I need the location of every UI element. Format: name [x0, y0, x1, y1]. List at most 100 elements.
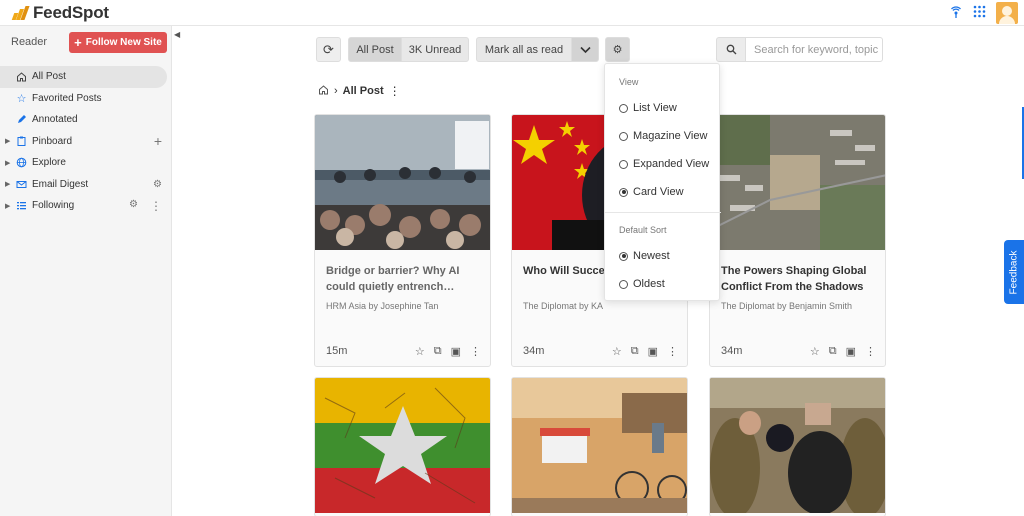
- star-icon[interactable]: ☆: [810, 345, 820, 358]
- follow-new-site-button[interactable]: + Follow New Site: [69, 32, 167, 53]
- broadcast-icon[interactable]: [949, 5, 963, 22]
- sort-heading: Default Sort: [619, 225, 667, 235]
- radio-icon: [619, 159, 628, 169]
- more-vertical-icon[interactable]: ⋮: [865, 345, 876, 358]
- breadcrumb: › All Post ⋮: [318, 84, 401, 98]
- top-bar: FeedSpot: [0, 0, 1024, 26]
- home-icon[interactable]: [318, 84, 329, 98]
- gear-icon[interactable]: ⚙: [129, 199, 138, 213]
- search-button[interactable]: [716, 37, 746, 62]
- post-card[interactable]: [314, 377, 491, 516]
- sidebar: Reader + Follow New Site ◀ All Post ☆ Fa…: [0, 26, 180, 516]
- post-card[interactable]: Bridge or barrier? Why AI could quietly …: [314, 114, 491, 367]
- post-time: 15m: [326, 345, 348, 357]
- sort-option-oldest[interactable]: Oldest: [619, 278, 665, 290]
- copy-icon[interactable]: ⧉: [631, 345, 639, 358]
- post-image: [315, 378, 490, 513]
- feedspot-logo[interactable]: FeedSpot: [11, 3, 109, 23]
- sidebar-item-all-post[interactable]: All Post: [0, 66, 167, 88]
- refresh-icon: ⟳: [323, 41, 334, 57]
- breadcrumb-current: All Post: [342, 85, 384, 97]
- sidebar-item-label: Explore: [32, 157, 66, 169]
- home-icon: [16, 71, 27, 82]
- user-avatar[interactable]: [996, 2, 1018, 24]
- collapse-sidebar-icon[interactable]: ◀: [174, 30, 180, 39]
- sidebar-item-favorited-posts[interactable]: ☆ Favorited Posts: [0, 88, 172, 110]
- sidebar-item-pinboard[interactable]: ▶ Pinboard +: [0, 131, 172, 153]
- radio-icon: [619, 131, 628, 141]
- post-image: [315, 115, 490, 250]
- radio-icon: [619, 279, 628, 289]
- gear-icon: ⚙: [612, 44, 623, 56]
- more-vertical-icon[interactable]: ⋮: [470, 345, 481, 358]
- sidebar-item-explore[interactable]: ▶ Explore: [0, 152, 172, 174]
- bookmark-icon[interactable]: ▣: [648, 345, 658, 358]
- caret-right-icon[interactable]: ▶: [5, 180, 10, 188]
- sidebar-item-label: All Post: [32, 71, 66, 83]
- search-input[interactable]: Search for keyword, topic: [745, 37, 883, 62]
- chevron-down-icon: [579, 46, 591, 53]
- copy-icon[interactable]: ⧉: [829, 345, 837, 358]
- caret-right-icon[interactable]: ▶: [5, 202, 10, 210]
- refresh-button[interactable]: ⟳: [316, 37, 341, 62]
- post-source[interactable]: The Diplomat by KA: [523, 301, 603, 311]
- post-actions: ☆ ⧉ ▣ ⋮: [415, 345, 481, 358]
- divider: [605, 212, 721, 213]
- bookmark-icon[interactable]: ▣: [846, 345, 856, 358]
- view-settings-button[interactable]: ⚙: [605, 37, 630, 62]
- post-title[interactable]: The Powers Shaping Global Conflict From …: [721, 263, 879, 295]
- sidebar-item-label: Email Digest: [32, 178, 89, 190]
- sidebar-item-label: Annotated: [32, 114, 78, 126]
- star-icon[interactable]: ☆: [415, 345, 425, 358]
- caret-right-icon[interactable]: ▶: [5, 159, 10, 167]
- radio-selected-icon: [619, 187, 628, 197]
- gear-icon[interactable]: ⚙: [153, 179, 162, 190]
- email-icon: [16, 179, 27, 190]
- unread-button[interactable]: 3K Unread: [401, 37, 469, 62]
- view-option-expanded[interactable]: Expanded View: [619, 158, 709, 170]
- option-label: Oldest: [633, 278, 665, 290]
- more-vertical-icon[interactable]: ⋮: [389, 84, 401, 98]
- radio-selected-icon: [619, 251, 628, 261]
- post-title[interactable]: Bridge or barrier? Why AI could quietly …: [326, 263, 484, 295]
- sidebar-item-following[interactable]: ▶ Following ⚙ ⋮: [0, 195, 172, 217]
- option-label: Card View: [633, 186, 684, 198]
- view-settings-dropdown: View List View Magazine View Expanded Vi…: [604, 63, 721, 301]
- add-pinboard-icon[interactable]: +: [154, 133, 162, 149]
- star-icon[interactable]: ☆: [612, 345, 622, 358]
- feedback-label: Feedback: [1008, 250, 1020, 294]
- sidebar-header: Reader + Follow New Site ◀: [0, 30, 180, 56]
- post-time: 34m: [721, 345, 743, 357]
- post-source[interactable]: HRM Asia by Josephine Tan: [326, 301, 438, 311]
- sidebar-item-annotated[interactable]: Annotated: [0, 109, 172, 131]
- sidebar-item-label: Favorited Posts: [32, 92, 102, 104]
- more-vertical-icon[interactable]: ⋮: [150, 199, 162, 213]
- apps-grid-icon[interactable]: [973, 5, 986, 21]
- globe-icon: [16, 157, 27, 168]
- post-card[interactable]: [709, 377, 886, 516]
- post-source[interactable]: The Diplomat by Benjamin Smith: [721, 301, 852, 311]
- sort-option-newest[interactable]: Newest: [619, 250, 670, 262]
- view-option-card[interactable]: Card View: [619, 186, 684, 198]
- bookmark-icon[interactable]: ▣: [451, 345, 461, 358]
- caret-right-icon[interactable]: ▶: [5, 137, 10, 145]
- mark-all-read-button[interactable]: Mark all as read: [476, 37, 572, 62]
- post-card[interactable]: The Powers Shaping Global Conflict From …: [709, 114, 886, 367]
- sidebar-item-label: Pinboard: [32, 135, 73, 147]
- following-actions: ⚙ ⋮: [129, 199, 162, 213]
- more-vertical-icon[interactable]: ⋮: [667, 345, 678, 358]
- post-image: [710, 115, 885, 250]
- view-option-magazine[interactable]: Magazine View: [619, 130, 707, 142]
- sidebar-item-email-digest[interactable]: ▶ Email Digest ⚙: [0, 174, 172, 196]
- copy-icon[interactable]: ⧉: [434, 345, 442, 358]
- all-post-button[interactable]: All Post: [348, 37, 402, 62]
- mark-all-dropdown-button[interactable]: [571, 37, 599, 62]
- post-card[interactable]: [511, 377, 688, 516]
- view-option-list[interactable]: List View: [619, 102, 677, 114]
- sidebar-nav: All Post ☆ Favorited Posts Annotated ▶ P…: [0, 66, 172, 217]
- feedspot-logo-icon: [11, 6, 30, 20]
- sidebar-item-label: Following: [32, 200, 75, 212]
- feedback-button[interactable]: Feedback: [1004, 240, 1024, 304]
- post-image: [512, 378, 687, 513]
- follow-new-site-label: Follow New Site: [85, 37, 162, 48]
